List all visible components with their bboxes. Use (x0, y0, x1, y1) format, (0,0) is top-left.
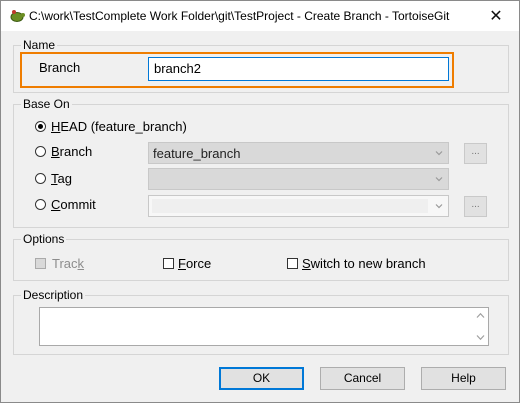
head-radio[interactable] (35, 121, 46, 132)
commit-radio-label[interactable]: Commit (51, 197, 96, 212)
track-checkbox[interactable] (35, 258, 46, 269)
tortoisegit-icon (10, 10, 25, 22)
description-group-label: Description (21, 288, 86, 302)
close-icon: ✕ (489, 8, 503, 25)
branch-radio-label[interactable]: Branch (51, 144, 92, 159)
description-textarea[interactable] (39, 307, 489, 346)
branch-name-label: Branch (39, 60, 81, 75)
tag-select[interactable] (148, 168, 449, 190)
name-group-label: Name (21, 38, 58, 52)
create-branch-dialog: C:\work\TestComplete Work Folder\git\Tes… (0, 0, 520, 403)
tag-radio-label[interactable]: Tag (51, 171, 72, 186)
options-group-label: Options (21, 232, 67, 246)
branch-name-input[interactable]: branch2 (148, 57, 449, 81)
help-button[interactable]: Help (421, 367, 506, 390)
chevron-down-icon (435, 151, 443, 156)
close-button[interactable]: ✕ (473, 1, 519, 31)
options-group (13, 239, 509, 281)
chevron-down-icon (435, 177, 443, 182)
scrollbar[interactable] (473, 308, 488, 345)
force-checkbox[interactable] (163, 258, 174, 269)
window-title: C:\work\TestComplete Work Folder\git\Tes… (29, 9, 450, 23)
commit-browse-button[interactable]: ... (464, 196, 487, 217)
commit-select-field (152, 199, 428, 213)
branch-select-value: feature_branch (153, 146, 241, 161)
branch-select[interactable]: feature_branch (148, 142, 449, 164)
chevron-down-icon (435, 204, 443, 209)
ok-button[interactable]: OK (219, 367, 304, 390)
branch-browse-button[interactable]: ... (464, 143, 487, 164)
switch-checkbox-label[interactable]: Switch to new branch (302, 256, 426, 271)
commit-select[interactable] (148, 195, 449, 217)
cancel-button[interactable]: Cancel (320, 367, 405, 390)
title-bar[interactable]: C:\work\TestComplete Work Folder\git\Tes… (1, 1, 519, 31)
track-checkbox-label[interactable]: Track (52, 256, 84, 271)
switch-checkbox[interactable] (287, 258, 298, 269)
head-radio-label[interactable]: HEAD (feature_branch) (51, 119, 187, 134)
tag-radio[interactable] (35, 173, 46, 184)
base-on-group-label: Base On (21, 97, 72, 111)
force-checkbox-label[interactable]: Force (178, 256, 211, 271)
branch-radio[interactable] (35, 146, 46, 157)
commit-radio[interactable] (35, 199, 46, 210)
